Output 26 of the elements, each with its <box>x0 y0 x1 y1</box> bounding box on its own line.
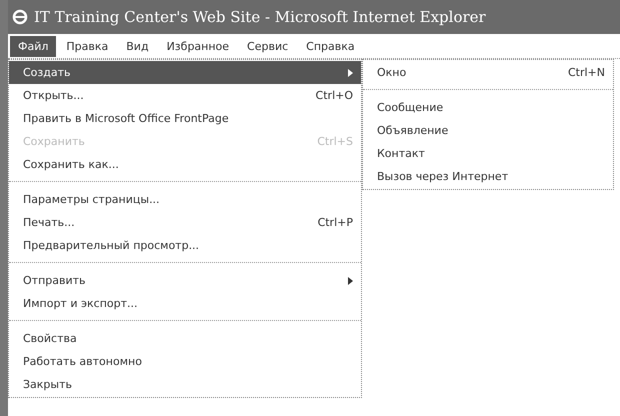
menu-bar-item[interactable]: Сервис <box>239 36 296 56</box>
menu-item[interactable]: Сохранить как... <box>9 153 361 176</box>
menu-bar-item[interactable]: Правка <box>58 36 116 56</box>
menu-bar-item[interactable]: Файл <box>10 36 56 56</box>
menu-item[interactable]: Закрыть <box>9 373 361 396</box>
menu-bar-item[interactable]: Справка <box>298 36 363 56</box>
menu-item[interactable]: Объявление <box>363 119 613 142</box>
menu-item[interactable]: Импорт и экспорт... <box>9 292 361 315</box>
menu-item[interactable]: Контакт <box>363 142 613 165</box>
menu-item[interactable]: Печать... Ctrl+P <box>9 211 361 234</box>
menu-item[interactable]: Отправить <box>9 269 361 292</box>
window-title: IT Training Center's Web Site - Microsoft Internet Explorer <box>34 8 486 26</box>
menu-item[interactable]: Открыть... Ctrl+O <box>9 84 361 107</box>
menu-bar-item[interactable]: Вид <box>118 36 157 56</box>
menu-bar-item[interactable]: Избранное <box>158 36 238 56</box>
menu-item[interactable]: Сообщение <box>363 96 613 119</box>
submenu-arrow-icon <box>348 68 353 76</box>
menu-item[interactable]: Работать автономно <box>9 350 361 373</box>
menu-item[interactable]: Править в Microsoft Office FrontPage <box>9 107 361 130</box>
menu-item[interactable]: Предварительный просмотр... <box>9 234 361 257</box>
menu-item[interactable]: Вызов через Интернет <box>363 165 613 188</box>
menu-item[interactable]: Окно Ctrl+N <box>363 61 613 84</box>
submenu-arrow-icon <box>348 276 353 284</box>
menu-item[interactable]: Создать <box>9 61 361 84</box>
menu-item[interactable]: Параметры страницы... <box>9 188 361 211</box>
menu-item[interactable]: Свойства <box>9 327 361 350</box>
